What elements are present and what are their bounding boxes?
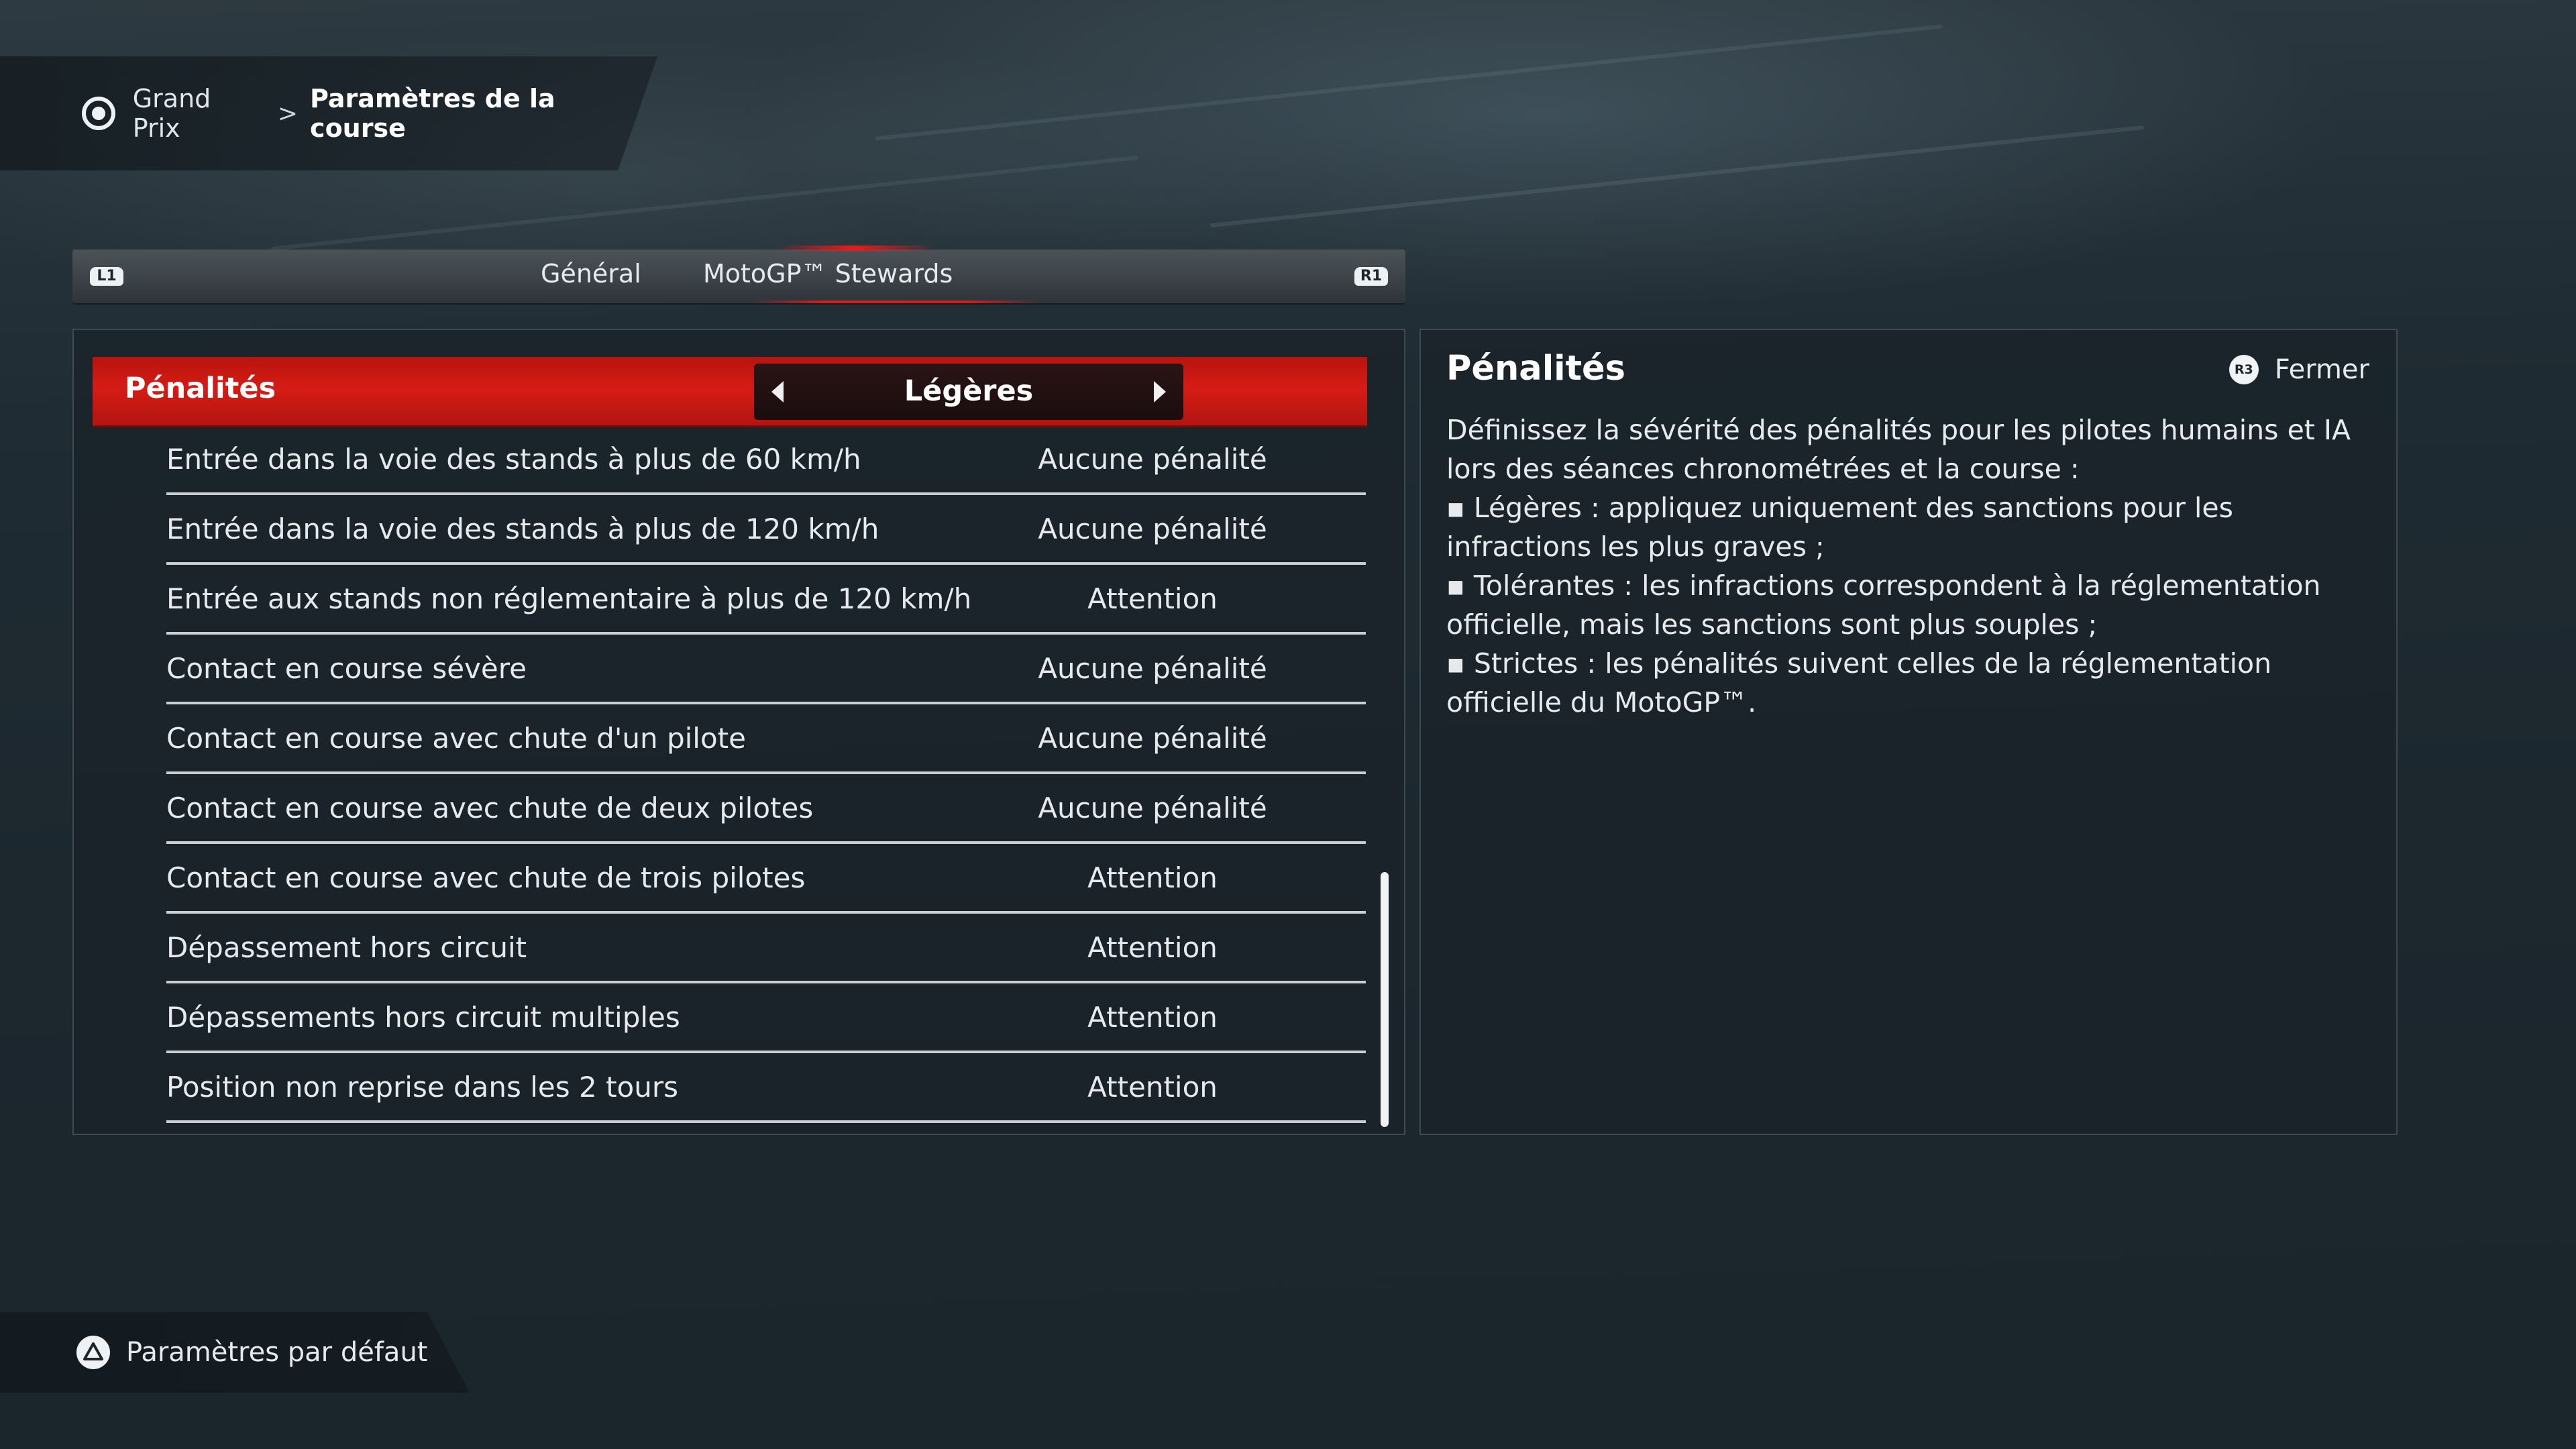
row-label: Contact en course avec chute de trois pi… [166,861,806,894]
breadcrumb-parent[interactable]: Grand Prix [133,84,266,143]
list-item[interactable]: Entrée dans la voie des stands à plus de… [166,495,1366,565]
settings-panel: Pénalités Légères Entrée dans la voie de… [72,329,1405,1135]
penalties-selected-value: Légères [904,374,1034,408]
info-bullet: ▪ Légères : appliquez uniquement des san… [1446,492,2233,563]
list-item[interactable]: Contact en course avec chute d'un pilote… [166,704,1366,774]
info-bullet: ▪ Strictes : les pénalités suivent celle… [1446,647,2272,718]
breadcrumb-separator: > [277,99,299,127]
circle-button-icon[interactable] [82,97,115,130]
list-item[interactable]: Dépassement hors circuit Attention [166,914,1366,983]
row-label: Contact en course avec chute d'un pilote [166,722,746,755]
tab-bar: L1 Général MotoGP™ Stewards R1 [72,246,1405,303]
list-item[interactable]: Entrée dans la voie des stands à plus de… [166,425,1366,495]
list-item[interactable]: Entrée aux stands non réglementaire à pl… [166,565,1366,635]
row-label: Position non reprise dans les 2 tours [166,1071,679,1104]
row-label: Dépassements hors circuit multiples [166,1001,680,1034]
row-label: Contact en course avec chute de deux pil… [166,792,814,824]
info-description: Définissez la sévérité des pénalités pou… [1446,411,2379,722]
tab-motogp-stewards[interactable]: MotoGP™ Stewards [703,259,953,288]
row-label: Entrée dans la voie des stands à plus de… [166,513,879,545]
list-item[interactable]: Contact en course sévère Aucune pénalité [166,635,1366,704]
row-value: Attention [1087,1071,1218,1104]
info-bullet: ▪ Tolérantes : les infractions correspon… [1446,570,2321,641]
penalties-selector[interactable]: Légères [754,364,1183,420]
row-value: Attention [1087,582,1218,615]
triangle-button-icon[interactable] [76,1336,110,1369]
scrollbar-thumb[interactable] [1381,872,1389,1127]
penalty-list: Entrée dans la voie des stands à plus de… [166,425,1441,1123]
default-settings-label: Paramètres par défaut [126,1337,428,1368]
row-label: Entrée dans la voie des stands à plus de… [166,443,861,476]
list-item[interactable]: Position non reprise dans les 2 tours Att… [166,1053,1366,1123]
row-value: Attention [1087,861,1218,894]
info-title: Pénalités [1446,349,1625,388]
row-label: Dépassement hors circuit [166,931,527,964]
row-value: Aucune pénalité [1038,722,1267,755]
active-tab-underline [750,301,1040,303]
row-value: Attention [1087,931,1218,964]
penalties-label: Pénalités [125,372,276,405]
list-item[interactable]: Dépassements hors circuit multiples Atten… [166,983,1366,1053]
bg-streak [875,24,1943,141]
active-tab-indicator [775,246,934,251]
close-button[interactable]: R3 Fermer [2229,354,2369,385]
tab-general[interactable]: Général [541,259,641,288]
list-item[interactable]: Contact en course avec chute de trois pi… [166,844,1366,914]
list-item[interactable]: Contact en course avec chute de deux pil… [166,774,1366,844]
row-value: Aucune pénalité [1038,792,1267,824]
close-label: Fermer [2274,354,2369,385]
penalties-setting-row[interactable]: Pénalités Légères [93,357,1367,425]
row-value: Aucune pénalité [1038,513,1267,545]
row-value: Attention [1087,1001,1218,1034]
row-value: Aucune pénalité [1038,652,1267,685]
row-label: Contact en course sévère [166,652,527,685]
row-value: Aucune pénalité [1038,443,1267,476]
breadcrumb-current: Paramètres de la course [310,84,555,143]
r1-button-icon[interactable]: R1 [1354,267,1388,286]
breadcrumb: Grand Prix > Paramètres de la course [0,56,657,170]
l1-button-icon[interactable]: L1 [90,267,123,286]
info-intro: Définissez la sévérité des pénalités pou… [1446,414,2351,485]
info-panel: Pénalités R3 Fermer Définissez la sévéri… [1419,329,2398,1135]
r3-button-icon[interactable]: R3 [2229,355,2259,384]
footer-default-settings[interactable]: Paramètres par défaut [0,1312,470,1393]
arrow-right-icon[interactable] [1154,381,1166,402]
row-label: Entrée aux stands non réglementaire à pl… [166,582,972,615]
bg-streak [1210,125,2145,228]
